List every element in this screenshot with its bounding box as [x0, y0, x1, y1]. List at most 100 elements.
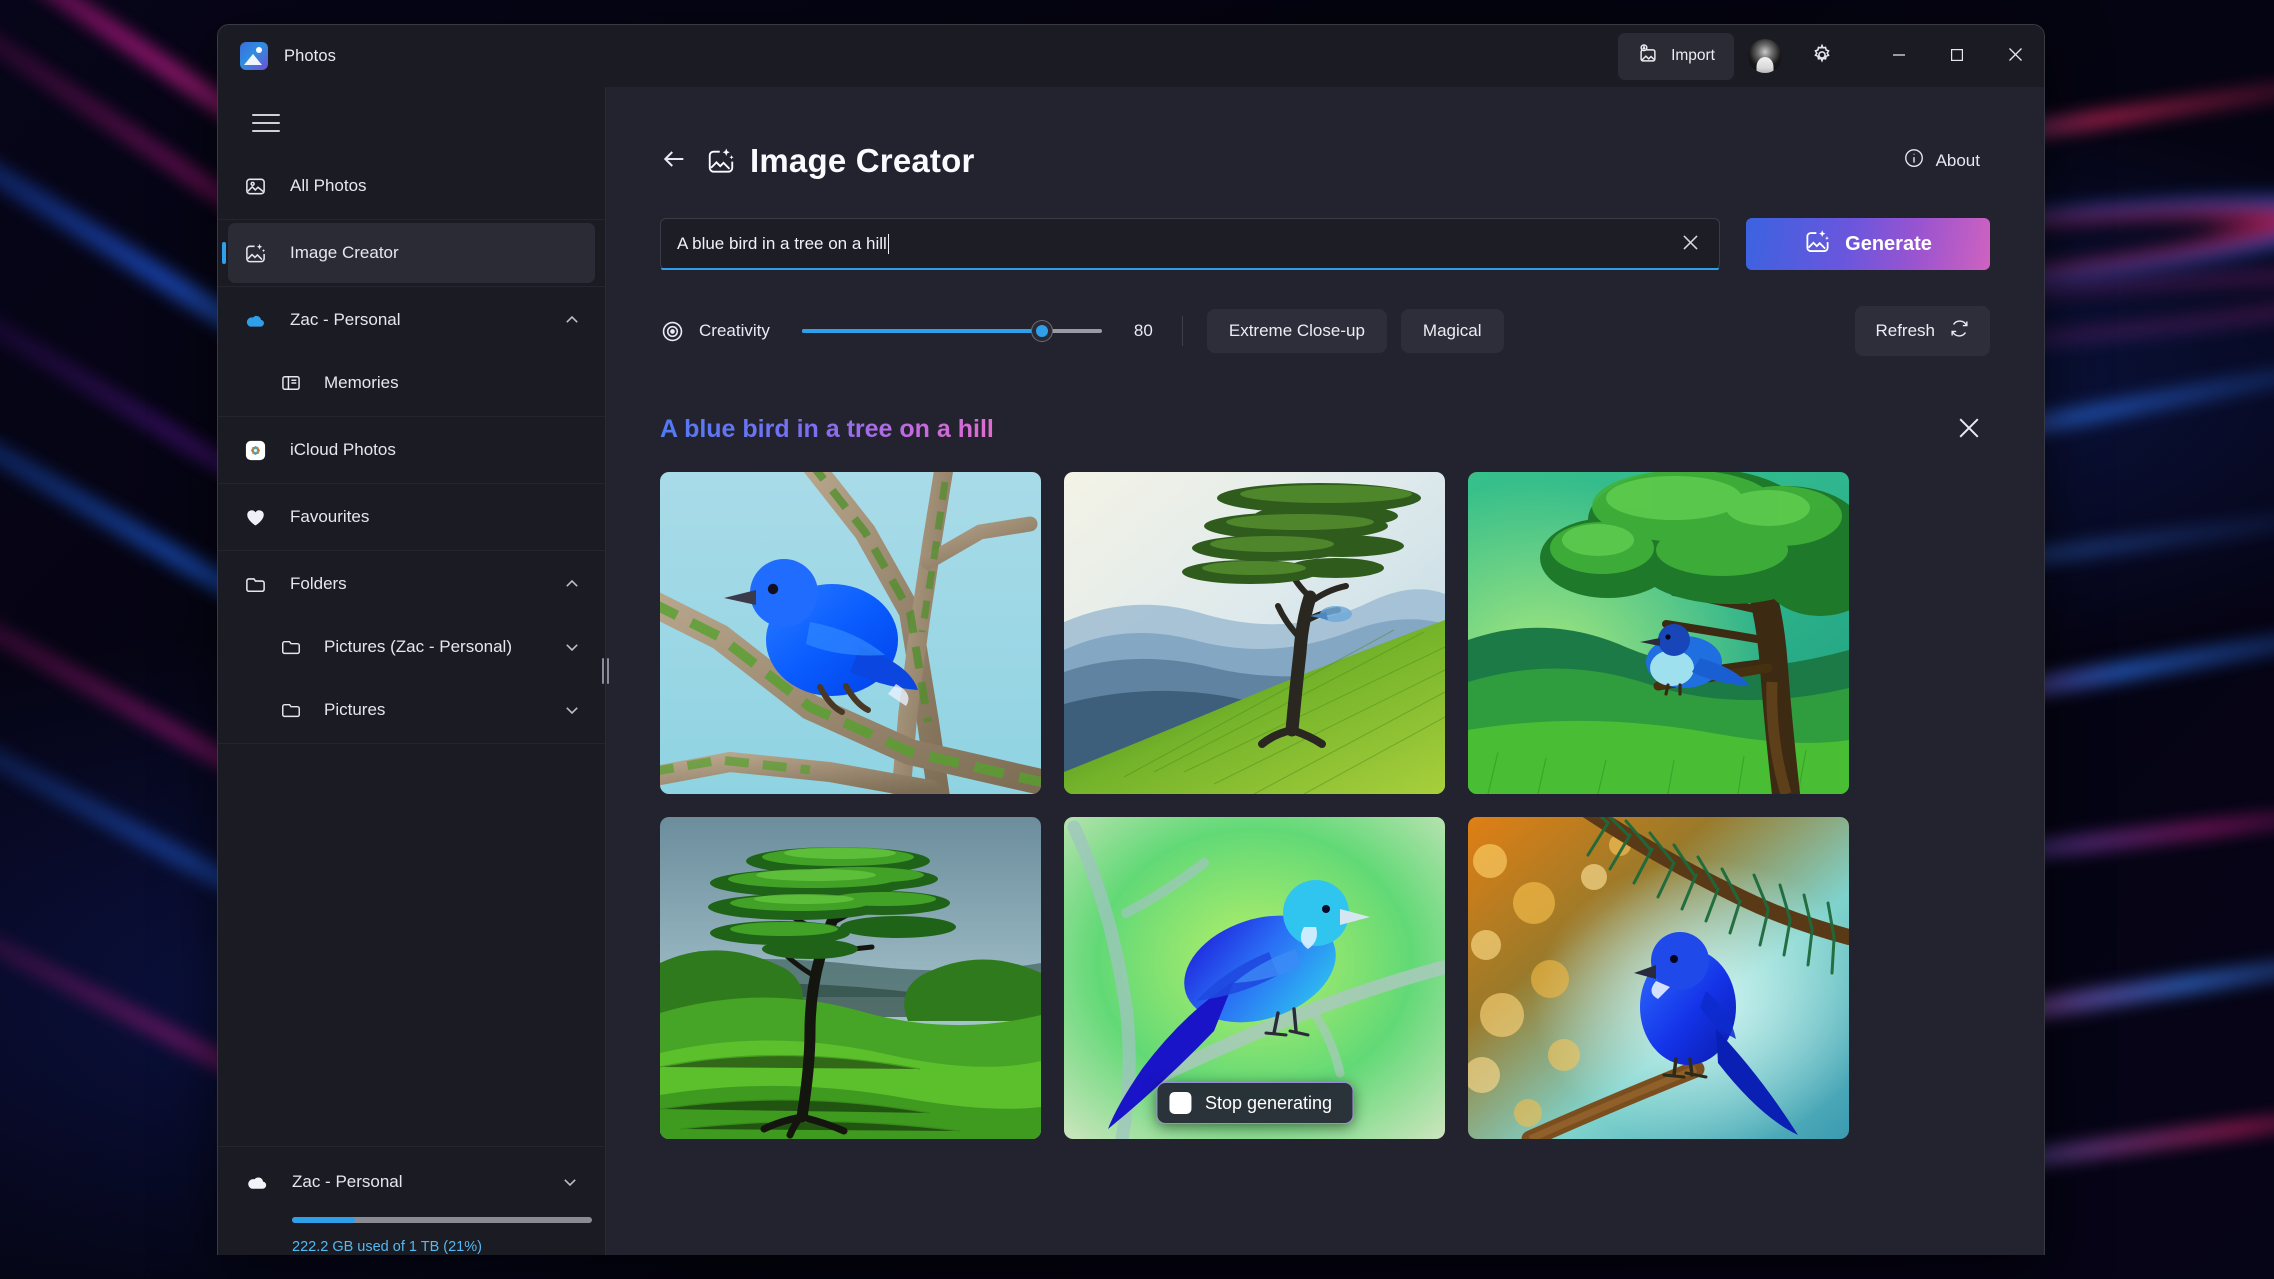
avatar[interactable]: [1748, 39, 1782, 73]
nav-group: All Photos: [218, 153, 605, 220]
import-label: Import: [1671, 47, 1715, 64]
clear-x-icon: [1682, 234, 1699, 254]
close-results-icon: [1958, 417, 1980, 442]
chevron-down-icon[interactable]: [563, 638, 581, 656]
sidebar-resize-grip[interactable]: [600, 654, 610, 688]
title-bar-actions: Import: [1618, 25, 2044, 87]
cloud-icon: [244, 1169, 270, 1195]
nav-group: iCloud Photos: [218, 417, 605, 484]
sidebar-item-label: Zac - Personal: [290, 310, 401, 329]
nav-group: Zac - Personal Memories: [218, 287, 605, 417]
storage-progress-bar: [292, 1217, 592, 1223]
sidebar-item-all-photos[interactable]: All Photos: [228, 156, 595, 216]
sidebar-item-label: Pictures: [324, 700, 386, 719]
page-header: Image Creator About: [660, 139, 1990, 182]
photo-icon: [242, 175, 268, 198]
sidebar-item-label: Favourites: [290, 507, 370, 526]
creativity-slider-thumb[interactable]: [1031, 321, 1052, 341]
folder-icon: [242, 573, 268, 596]
maximize-button[interactable]: [1928, 25, 1986, 87]
prompt-row: A blue bird in a tree on a hill Generate: [660, 218, 1990, 270]
generate-label: Generate: [1845, 232, 1932, 255]
storage-usage-text: 222.2 GB used of 1 TB (21%): [292, 1239, 482, 1255]
sidebar-item-folders[interactable]: Folders: [228, 554, 595, 614]
window-body: All Photos Image Creator Zac - Personal …: [218, 87, 2044, 1255]
minimize-icon: [1892, 48, 1906, 65]
style-chip-extreme-close-up[interactable]: Extreme Close-up: [1206, 309, 1387, 353]
app-title: Photos: [284, 46, 336, 65]
sidebar-item-memories[interactable]: Memories: [264, 353, 595, 413]
info-icon: [1903, 147, 1925, 174]
clear-prompt-button[interactable]: [1675, 229, 1705, 259]
chevron-down-icon[interactable]: [561, 1173, 579, 1191]
nav-group: Image Creator: [218, 220, 605, 287]
chevron-up-icon[interactable]: [563, 311, 581, 329]
heart-icon: [242, 506, 268, 529]
page-title: Image Creator: [750, 141, 975, 179]
creativity-slider[interactable]: [801, 321, 1102, 341]
generated-image-tile[interactable]: [660, 817, 1041, 1139]
nav-group: Folders Pictures (Zac - Personal) Pictur…: [218, 551, 605, 744]
generated-image-tile[interactable]: [1468, 817, 1849, 1139]
chevron-down-icon[interactable]: [563, 701, 581, 719]
close-window-button[interactable]: [1986, 25, 2044, 87]
divider: [1181, 316, 1183, 346]
icloud-photos-icon: [242, 439, 268, 462]
stop-generating-label: Stop generating: [1204, 1092, 1333, 1113]
results-header: A blue bird in a tree on a hill: [660, 408, 1990, 450]
creativity-label: Creativity: [699, 321, 770, 340]
sidebar-item-favourites[interactable]: Favourites: [228, 487, 595, 547]
sidebar-item-label: Folders: [290, 574, 347, 593]
folder-icon: [278, 699, 304, 721]
stop-generating-button[interactable]: Stop generating: [1155, 1082, 1354, 1124]
storage-section: Zac - Personal 222.2 GB used of 1 TB (21…: [218, 1147, 605, 1255]
storage-account-row[interactable]: Zac - Personal: [244, 1169, 579, 1195]
text-caret: [887, 234, 890, 254]
import-image-icon: [1637, 43, 1659, 70]
generated-image-tile[interactable]: [1468, 472, 1849, 794]
generated-image-tile[interactable]: [660, 472, 1041, 794]
image-creator-icon: [242, 242, 268, 265]
storage-account-label: Zac - Personal: [292, 1172, 403, 1191]
sidebar-item-image-creator[interactable]: Image Creator: [228, 223, 595, 283]
import-button[interactable]: Import: [1618, 32, 1734, 80]
sidebar-item-label: All Photos: [290, 176, 367, 195]
sidebar-item-pictures-zac-personal[interactable]: Pictures (Zac - Personal): [264, 617, 595, 677]
generate-button[interactable]: Generate: [1746, 218, 1990, 270]
sidebar-item-pictures[interactable]: Pictures: [264, 680, 595, 740]
about-button[interactable]: About: [1893, 139, 1990, 182]
image-creator-icon: [1804, 228, 1831, 261]
chevron-up-icon[interactable]: [563, 575, 581, 593]
title-bar: Photos Import: [218, 25, 2044, 87]
gear-icon: [1810, 43, 1834, 70]
creativity-target-icon: [660, 319, 685, 344]
creativity-row: Creativity 80 Extreme Close-up Magical R…: [660, 306, 1990, 356]
sidebar-item-label: Pictures (Zac - Personal): [324, 637, 512, 656]
sidebar-spacer: [218, 744, 605, 1147]
refresh-button[interactable]: Refresh: [1855, 306, 1990, 356]
close-icon: [2008, 47, 2023, 65]
photos-app-window: Photos Import All Photos Image Creator Z…: [217, 24, 2045, 1255]
style-chip-magical[interactable]: Magical: [1400, 309, 1504, 353]
settings-button[interactable]: [1800, 34, 1844, 78]
back-button[interactable]: [660, 145, 688, 176]
maximize-icon: [1950, 48, 1964, 65]
prompt-value: A blue bird in a tree on a hill: [677, 234, 887, 253]
generated-image-tile[interactable]: Stop generating: [1064, 817, 1445, 1139]
about-label: About: [1935, 150, 1980, 170]
sidebar-item-icloud-photos[interactable]: iCloud Photos: [228, 420, 595, 480]
nav-group: Favourites: [218, 484, 605, 551]
hamburger-menu-icon[interactable]: [240, 101, 292, 145]
back-arrow-icon: [660, 145, 688, 176]
prompt-input[interactable]: A blue bird in a tree on a hill: [660, 218, 1720, 270]
generated-image-tile[interactable]: [1064, 472, 1445, 794]
close-results-button[interactable]: [1948, 408, 1990, 450]
folder-icon: [278, 636, 304, 658]
onedrive-icon: [242, 308, 268, 332]
main-content: Image Creator About A blue bird in a tre…: [606, 87, 2044, 1255]
sidebar-item-label: Image Creator: [290, 243, 399, 262]
creativity-slider-fill: [801, 329, 1042, 333]
memories-icon: [278, 372, 304, 394]
minimize-button[interactable]: [1870, 25, 1928, 87]
sidebar-item-zac-personal[interactable]: Zac - Personal: [228, 290, 595, 350]
